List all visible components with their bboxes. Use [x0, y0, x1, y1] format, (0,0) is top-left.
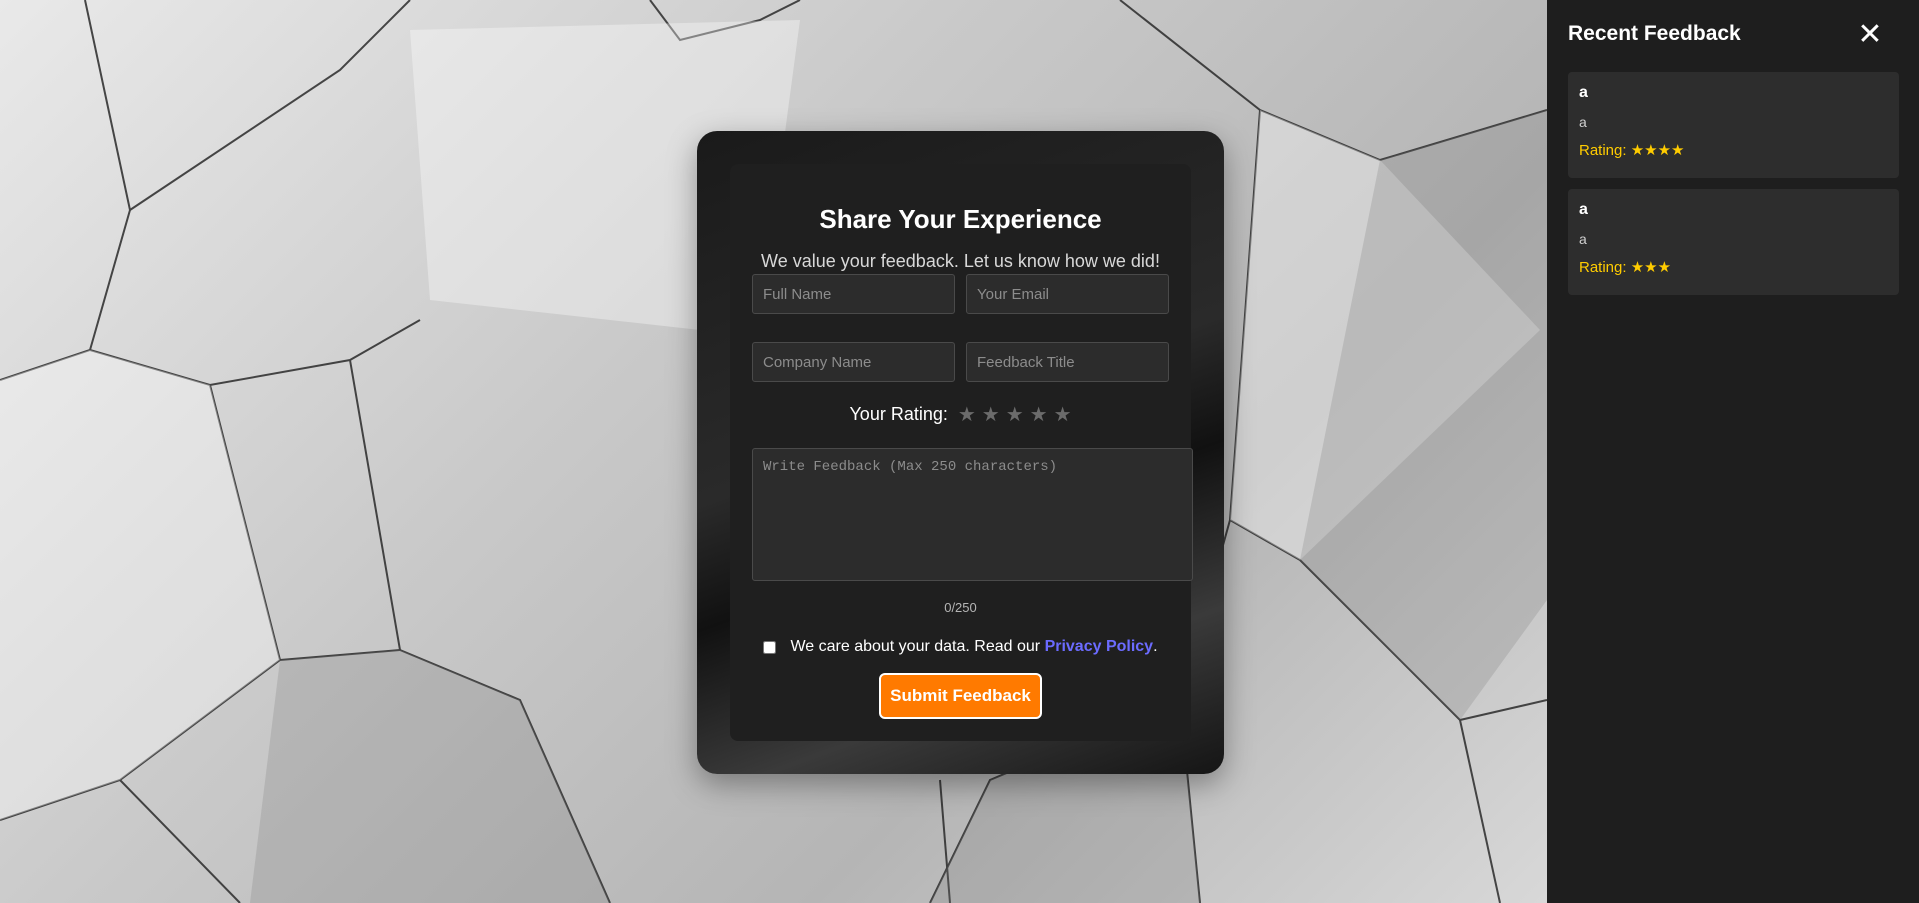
feedback-textarea[interactable]	[752, 448, 1193, 581]
feedback-item-body: a	[1579, 231, 1587, 247]
feedback-form: Share Your Experience We value your feed…	[730, 164, 1193, 741]
full-name-input[interactable]	[752, 274, 955, 314]
feedback-item: a a Rating: ★★★★	[1568, 72, 1899, 178]
form-title: Share Your Experience	[819, 204, 1102, 234]
feedback-item-rating: Rating: ★★★	[1579, 259, 1672, 276]
feedback-card: Share Your Experience We value your feed…	[697, 131, 1224, 774]
form-subtitle: We value your feedback. Let us know how …	[761, 251, 1160, 271]
submit-feedback-button[interactable]: Submit Feedback	[879, 673, 1042, 719]
privacy-checkbox[interactable]	[763, 640, 777, 654]
character-counter: 0/250	[944, 600, 977, 615]
star-1-icon[interactable]: ★	[958, 402, 976, 426]
company-name-input[interactable]	[752, 342, 955, 382]
feedback-item: a a Rating: ★★★	[1568, 189, 1899, 295]
star-2-icon[interactable]: ★	[982, 402, 1000, 426]
close-icon[interactable]: ✕	[1855, 20, 1885, 50]
feedback-item-rating: Rating: ★★★★	[1579, 142, 1685, 159]
email-input[interactable]	[966, 274, 1169, 314]
star-4-icon[interactable]: ★	[1030, 402, 1048, 426]
consent-period: .	[1153, 638, 1158, 655]
feedback-item-title: a	[1579, 201, 1588, 218]
sidebar-title: Recent Feedback	[1568, 22, 1741, 45]
star-rating: ★ ★ ★ ★ ★	[958, 402, 1072, 426]
feedback-item-body: a	[1579, 114, 1587, 130]
rating-label: Your Rating:	[849, 403, 948, 424]
star-5-icon[interactable]: ★	[1054, 402, 1072, 426]
recent-feedback-sidebar: Recent Feedback ✕ a a Rating: ★★★★ a a R…	[1547, 0, 1919, 903]
privacy-consent: We care about your data. Read our Privac…	[730, 638, 1191, 656]
privacy-policy-link[interactable]: Privacy Policy	[1045, 638, 1154, 655]
feedback-item-title: a	[1579, 84, 1588, 101]
star-3-icon[interactable]: ★	[1006, 402, 1024, 426]
rating-row: Your Rating: ★ ★ ★ ★ ★	[730, 402, 1191, 426]
consent-text: We care about your data. Read our	[790, 638, 1041, 655]
feedback-title-input[interactable]	[966, 342, 1169, 382]
